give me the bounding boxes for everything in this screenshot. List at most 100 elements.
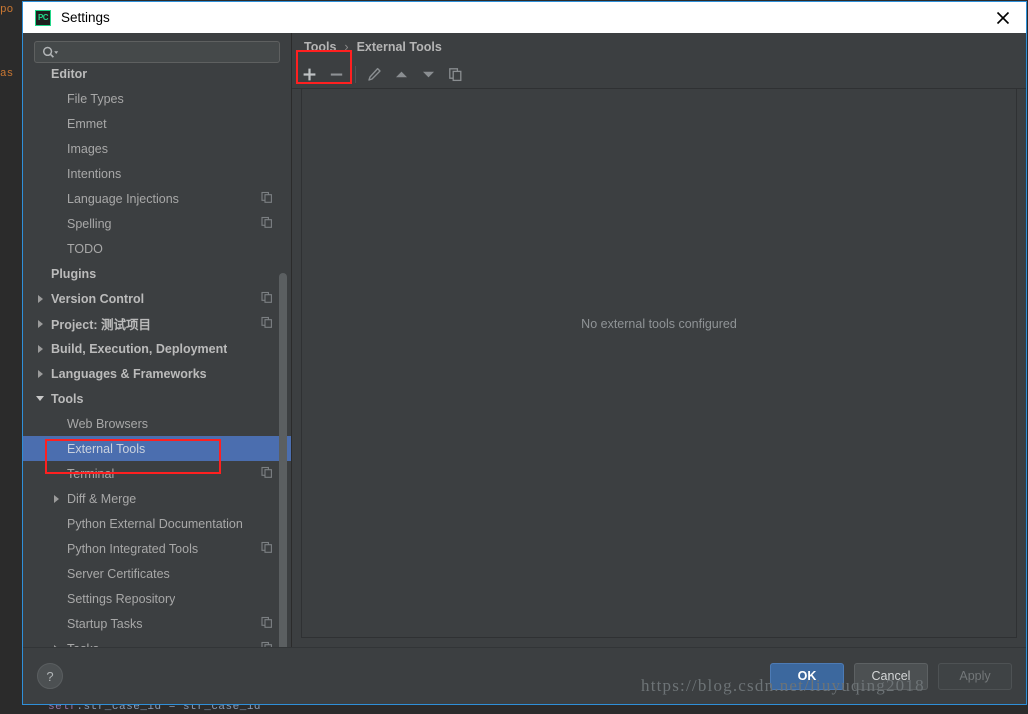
sidebar-item-label: External Tools bbox=[67, 441, 146, 456]
copy-icon bbox=[261, 541, 273, 556]
sidebar-item-label: Python External Documentation bbox=[67, 516, 243, 531]
sidebar-item-file-types[interactable]: File Types bbox=[23, 86, 291, 111]
sidebar-item-label: Python Integrated Tools bbox=[67, 541, 199, 556]
sidebar-item-python-external-documentation[interactable]: Python External Documentation bbox=[23, 511, 291, 536]
sidebar-item-images[interactable]: Images bbox=[23, 136, 291, 161]
copy-icon bbox=[261, 316, 273, 331]
cancel-button[interactable]: Cancel bbox=[854, 662, 928, 690]
sidebar-item-editor[interactable]: Editor bbox=[23, 69, 291, 86]
sidebar-item-label: Diff & Merge bbox=[67, 491, 137, 506]
page-title: Settings bbox=[61, 10, 110, 25]
sidebar-item-project[interactable]: Project: 测试项目 bbox=[23, 311, 291, 336]
close-icon bbox=[996, 11, 1010, 24]
minus-icon bbox=[330, 73, 343, 76]
apply-button: Apply bbox=[938, 662, 1012, 690]
move-down-button[interactable] bbox=[415, 61, 442, 87]
copy-button[interactable] bbox=[442, 61, 469, 87]
sidebar-item-label: File Types bbox=[67, 91, 124, 106]
toolbar-divider bbox=[355, 65, 356, 83]
cancel-button-label: Cancel bbox=[871, 669, 911, 683]
move-up-button[interactable] bbox=[388, 61, 415, 87]
sidebar-item-settings-repository[interactable]: Settings Repository bbox=[23, 586, 291, 611]
settings-dialog: PC Settings Editor File Types Emmet Imag… bbox=[22, 1, 1027, 705]
help-button[interactable]: ? bbox=[37, 663, 63, 689]
footer-button-group: OK Cancel Apply bbox=[770, 662, 1012, 690]
breadcrumb-separator-icon: › bbox=[344, 39, 349, 54]
sidebar-item-languages-frameworks[interactable]: Languages & Frameworks bbox=[23, 361, 291, 386]
sidebar-item-label: Tools bbox=[51, 391, 84, 406]
sidebar-item-label: Editor bbox=[51, 69, 88, 81]
settings-tree: Editor File Types Emmet Images Intentions Lan… bbox=[23, 69, 291, 647]
copy-icon bbox=[261, 291, 273, 306]
breadcrumb-parent[interactable]: Tools bbox=[304, 40, 336, 54]
edit-button[interactable] bbox=[361, 61, 388, 87]
sidebar-item-label: Languages & Frameworks bbox=[51, 366, 207, 381]
sidebar-item-diff-merge[interactable]: Diff & Merge bbox=[23, 486, 291, 511]
sidebar-item-label: Intentions bbox=[67, 166, 122, 181]
sidebar-item-label: Build, Execution, Deployment bbox=[51, 341, 228, 356]
sidebar-item-intentions[interactable]: Intentions bbox=[23, 161, 291, 186]
dialog-footer: ? OK Cancel Apply bbox=[23, 647, 1026, 704]
chevron-right-icon[interactable] bbox=[49, 494, 63, 503]
sidebar-item-server-certificates[interactable]: Server Certificates bbox=[23, 561, 291, 586]
apply-button-label: Apply bbox=[959, 669, 991, 683]
chevron-right-icon[interactable] bbox=[33, 369, 47, 378]
remove-button[interactable] bbox=[323, 61, 350, 87]
sidebar-item-label: Plugins bbox=[51, 266, 97, 281]
dialog-body: Editor File Types Emmet Images Intentions Lan… bbox=[23, 33, 1026, 647]
sidebar-item-web-browsers[interactable]: Web Browsers bbox=[23, 411, 291, 436]
sidebar-item-label: Web Browsers bbox=[67, 416, 149, 431]
ok-button[interactable]: OK bbox=[770, 662, 844, 690]
sidebar-item-python-integrated-tools[interactable]: Python Integrated Tools bbox=[23, 536, 291, 561]
settings-sidebar: Editor File Types Emmet Images Intentions Lan… bbox=[23, 33, 291, 647]
breadcrumb: Tools › External Tools bbox=[292, 33, 1026, 60]
external-tools-toolbar bbox=[292, 50, 1026, 89]
sidebar-item-label: Language Injections bbox=[67, 191, 179, 206]
search-box[interactable] bbox=[34, 41, 280, 63]
chevron-right-icon[interactable] bbox=[33, 294, 47, 303]
sidebar-item-terminal[interactable]: Terminal bbox=[23, 461, 291, 486]
sidebar-item-label: TODO bbox=[67, 241, 103, 256]
arrow-up-icon bbox=[396, 71, 407, 77]
sidebar-scrollbar[interactable] bbox=[279, 273, 287, 647]
add-button[interactable] bbox=[296, 61, 323, 87]
empty-state-message: No external tools configured bbox=[581, 317, 737, 331]
breadcrumb-current: External Tools bbox=[356, 39, 442, 54]
pencil-icon bbox=[368, 67, 381, 81]
chevron-down-icon[interactable] bbox=[33, 396, 47, 401]
sidebar-item-emmet[interactable]: Emmet bbox=[23, 111, 291, 136]
dialog-title-bar: PC Settings bbox=[23, 2, 1026, 33]
chevron-right-icon[interactable] bbox=[33, 344, 47, 353]
sidebar-item-version-control[interactable]: Version Control bbox=[23, 286, 291, 311]
sidebar-item-tools[interactable]: Tools bbox=[23, 386, 291, 411]
sidebar-item-todo[interactable]: TODO bbox=[23, 236, 291, 261]
settings-tree-scroll-area[interactable]: Editor File Types Emmet Images Intentions Lan… bbox=[23, 69, 291, 647]
sidebar-item-label: Images bbox=[67, 141, 108, 156]
copy-icon bbox=[261, 616, 273, 631]
copy-icon bbox=[261, 466, 273, 481]
search-input[interactable] bbox=[59, 43, 279, 61]
copy-icon bbox=[261, 191, 273, 206]
external-tools-list-area[interactable]: No external tools configured bbox=[301, 89, 1017, 638]
sidebar-item-external-tools[interactable]: External Tools bbox=[23, 436, 291, 461]
arrow-down-icon bbox=[423, 71, 434, 77]
sidebar-item-label: Settings Repository bbox=[67, 591, 176, 606]
copy-icon bbox=[261, 216, 273, 231]
sidebar-item-tasks[interactable]: Tasks bbox=[23, 636, 291, 647]
sidebar-item-build-execution-deployment[interactable]: Build, Execution, Deployment bbox=[23, 336, 291, 361]
background-code-fragment: as bbox=[0, 68, 14, 80]
search-row bbox=[23, 33, 291, 69]
pycharm-logo-icon: PC bbox=[35, 9, 51, 26]
sidebar-item-label: Emmet bbox=[67, 116, 107, 131]
sidebar-item-language-injections[interactable]: Language Injections bbox=[23, 186, 291, 211]
sidebar-item-startup-tasks[interactable]: Startup Tasks bbox=[23, 611, 291, 636]
search-icon bbox=[42, 46, 59, 59]
background-code-fragment: po bbox=[0, 4, 14, 16]
sidebar-item-label: Server Certificates bbox=[67, 566, 170, 581]
sidebar-item-plugins[interactable]: Plugins bbox=[23, 261, 291, 286]
detail-pane: Tools › External Tools No external tools… bbox=[291, 33, 1026, 647]
copy-icon bbox=[449, 67, 462, 81]
close-button[interactable] bbox=[980, 2, 1026, 33]
sidebar-item-spelling[interactable]: Spelling bbox=[23, 211, 291, 236]
chevron-right-icon[interactable] bbox=[33, 319, 47, 328]
